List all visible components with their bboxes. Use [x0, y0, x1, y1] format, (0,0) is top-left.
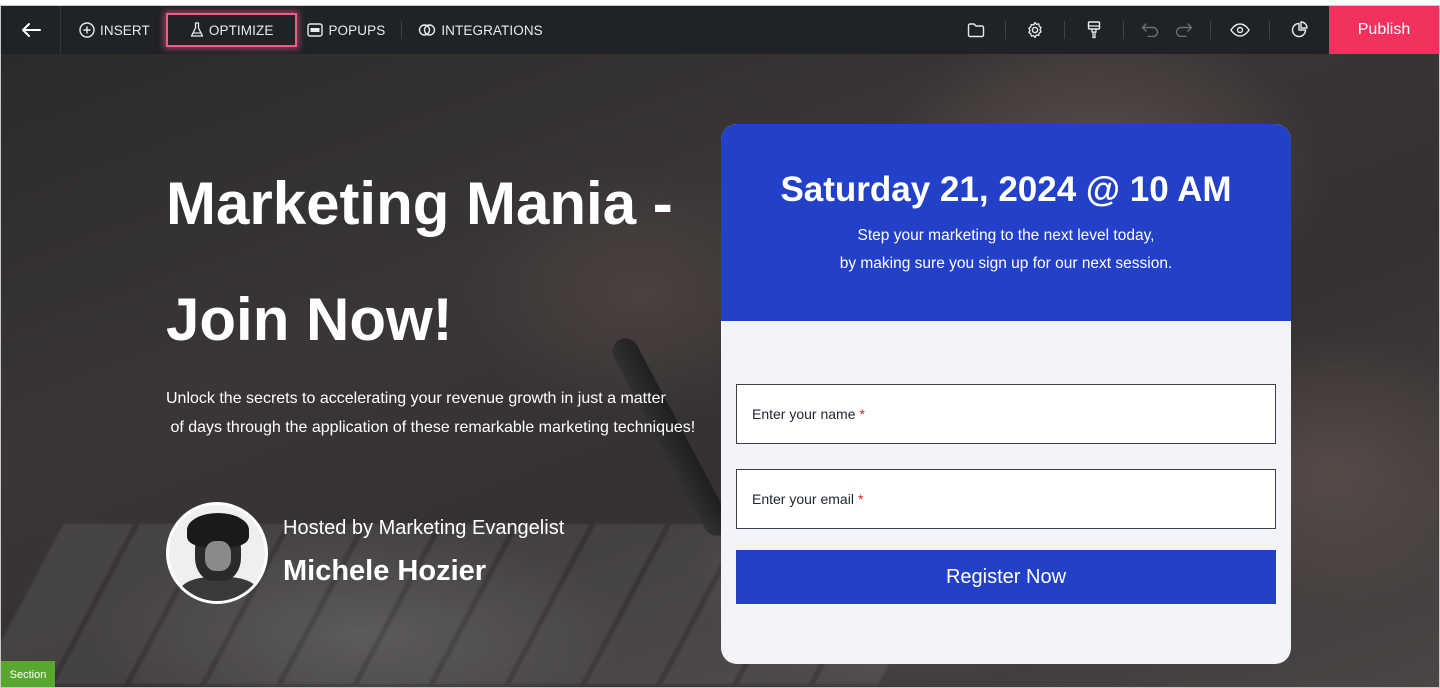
toolbar-divider: [401, 21, 403, 39]
host-block: Hosted by Marketing Evangelist Michele H…: [166, 502, 564, 604]
event-description-line-1: Step your marketing to the next level to…: [857, 227, 1155, 244]
editor-frame: INSERT OPTIMIZE POPUPS INTEGRATIONS Publ…: [0, 5, 1440, 688]
email-field[interactable]: Enter your email *: [736, 469, 1276, 529]
style-button[interactable]: [1074, 6, 1114, 54]
host-subtitle[interactable]: Hosted by Marketing Evangelist: [283, 515, 564, 541]
back-arrow-icon: [21, 23, 41, 37]
name-field[interactable]: Enter your name *: [736, 384, 1276, 444]
paint-brush-icon: [1087, 21, 1101, 39]
publish-button[interactable]: Publish: [1329, 6, 1439, 54]
lead-line-2: of days through the application of these…: [166, 419, 696, 436]
redo-button[interactable]: [1167, 6, 1201, 54]
toolbar-divider: [1269, 21, 1270, 39]
toolbar-divider: [1005, 21, 1006, 39]
required-asterisk: *: [859, 406, 865, 422]
registration-card[interactable]: Saturday 21, 2024 @ 10 AM Step your mark…: [721, 124, 1291, 664]
popups-menu[interactable]: POPUPS: [297, 6, 395, 54]
eye-icon: [1230, 23, 1250, 37]
headline-line-1: Marketing Mania -: [166, 170, 673, 237]
page-headline[interactable]: Marketing Mania - Join Now!: [166, 146, 726, 378]
undo-icon: [1141, 23, 1159, 37]
name-placeholder: Enter your name: [752, 406, 856, 422]
headline-line-2: Join Now!: [166, 286, 453, 353]
avatar-body-shape: [179, 577, 259, 601]
gear-icon: [1028, 21, 1042, 39]
toolbar-actions: Publish: [956, 6, 1439, 54]
event-description[interactable]: Step your marketing to the next level to…: [721, 222, 1291, 278]
event-date[interactable]: Saturday 21, 2024 @ 10 AM: [721, 124, 1291, 212]
link-rings-icon: [419, 24, 436, 36]
lead-line-1: Unlock the secrets to accelerating your …: [166, 390, 666, 407]
card-header: Saturday 21, 2024 @ 10 AM Step your mark…: [721, 124, 1291, 321]
analytics-button[interactable]: [1279, 6, 1319, 54]
redo-icon: [1175, 23, 1193, 37]
folder-icon: [967, 23, 985, 38]
pie-chart-icon: [1291, 21, 1308, 38]
event-description-line-2: by making sure you sign up for our next …: [839, 255, 1173, 272]
integrations-label: INTEGRATIONS: [441, 22, 543, 38]
optimize-label: OPTIMIZE: [208, 22, 274, 38]
insert-label: INSERT: [100, 22, 150, 38]
plus-circle-icon: [79, 22, 95, 38]
required-asterisk: *: [857, 491, 864, 507]
optimize-menu[interactable]: OPTIMIZE: [165, 13, 298, 47]
popups-label: POPUPS: [328, 22, 386, 38]
lead-paragraph[interactable]: Unlock the secrets to accelerating your …: [166, 384, 726, 442]
email-placeholder: Enter your email: [752, 491, 854, 507]
flask-icon: [190, 22, 204, 37]
host-avatar[interactable]: [166, 502, 268, 604]
popup-window-icon: [307, 23, 324, 37]
host-name[interactable]: Michele Hozier: [283, 551, 564, 591]
files-button[interactable]: [956, 6, 996, 54]
hero-section[interactable]: Marketing Mania - Join Now! Unlock the s…: [1, 54, 1439, 687]
toolbar-divider: [1123, 21, 1124, 39]
editor-toolbar: INSERT OPTIMIZE POPUPS INTEGRATIONS Publ…: [1, 6, 1439, 54]
preview-button[interactable]: [1220, 6, 1260, 54]
settings-button[interactable]: [1015, 6, 1055, 54]
toolbar-divider: [1210, 21, 1211, 39]
section-tag[interactable]: Section: [1, 661, 55, 687]
toolbar-divider: [1064, 21, 1065, 39]
integrations-menu[interactable]: INTEGRATIONS: [408, 6, 552, 54]
back-button[interactable]: [1, 6, 61, 54]
insert-menu[interactable]: INSERT: [69, 6, 160, 54]
undo-button[interactable]: [1133, 6, 1167, 54]
host-text: Hosted by Marketing Evangelist Michele H…: [283, 515, 564, 591]
register-button[interactable]: Register Now: [736, 550, 1276, 604]
avatar-face-shape: [205, 541, 231, 571]
